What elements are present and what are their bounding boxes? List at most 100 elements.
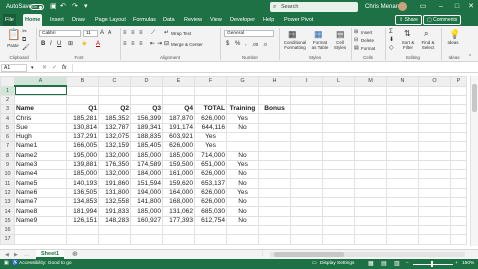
cell[interactable] xyxy=(322,169,355,180)
cell[interactable] xyxy=(386,122,419,134)
column-header[interactable]: L xyxy=(322,76,355,87)
column-header[interactable]: G xyxy=(226,76,259,87)
collapse-ribbon-icon[interactable]: ⌃ xyxy=(468,54,472,61)
row-header[interactable]: 17 xyxy=(0,234,15,245)
italic-icon[interactable]: I xyxy=(50,41,52,48)
row-header[interactable]: 5 xyxy=(0,122,15,134)
cell[interactable] xyxy=(226,131,259,143)
decrease-decimal-icon[interactable]: .0 xyxy=(263,41,267,48)
cell[interactable]: Q3 xyxy=(130,104,163,115)
cell[interactable] xyxy=(450,159,467,171)
cell[interactable]: 626,000 xyxy=(194,187,227,199)
cell[interactable]: Q2 xyxy=(98,104,131,115)
cell[interactable]: Name4 xyxy=(14,169,67,180)
cell[interactable] xyxy=(66,94,99,106)
cell[interactable] xyxy=(226,94,259,106)
close-icon[interactable]: ✕ xyxy=(462,0,478,14)
cell[interactable] xyxy=(258,169,291,180)
cell[interactable] xyxy=(450,234,467,245)
cell[interactable] xyxy=(386,131,419,143)
cell[interactable]: Yes xyxy=(194,131,227,143)
cell[interactable]: No xyxy=(226,169,259,180)
cell[interactable] xyxy=(354,178,387,189)
cell[interactable] xyxy=(418,197,451,208)
cell[interactable]: 151,594 xyxy=(130,178,163,189)
row-header[interactable]: 7 xyxy=(0,141,15,152)
cell[interactable]: Yes xyxy=(226,159,259,171)
cell[interactable] xyxy=(258,94,291,106)
autosave-toggle[interactable]: On xyxy=(30,4,44,10)
format-cells-label[interactable]: Format xyxy=(361,46,375,51)
cell[interactable] xyxy=(386,206,419,217)
comments-button[interactable]: ▢ Comments xyxy=(423,15,462,25)
cell[interactable] xyxy=(290,234,323,245)
decrease-indent-icon[interactable]: ⇤ xyxy=(150,41,155,48)
row-header[interactable]: 1 xyxy=(0,85,15,96)
cell[interactable]: 626,000 xyxy=(194,169,227,180)
cell[interactable] xyxy=(290,169,323,180)
cell[interactable] xyxy=(354,234,387,245)
cell[interactable]: 626,000 xyxy=(162,141,195,152)
cell[interactable]: Hugh xyxy=(14,131,67,143)
cell[interactable] xyxy=(258,215,291,226)
cell[interactable] xyxy=(322,141,355,152)
cell[interactable] xyxy=(450,131,467,143)
tab-page-layout[interactable]: Page Layout xyxy=(93,14,128,26)
row-header[interactable]: 4 xyxy=(0,113,15,124)
cell[interactable] xyxy=(418,94,451,106)
ideas-label[interactable]: Ideas xyxy=(443,40,463,45)
page-break-view-icon[interactable]: ▥ xyxy=(394,259,400,269)
cell[interactable]: 140,193 xyxy=(66,178,99,189)
align-right-icon[interactable]: ≡ xyxy=(139,41,143,48)
customize-qat-icon[interactable]: ▾ xyxy=(84,3,88,11)
cell[interactable] xyxy=(66,234,99,245)
cell[interactable]: Yes xyxy=(226,113,259,124)
cell[interactable]: 191,860 xyxy=(98,178,131,189)
cell[interactable]: 612,754 xyxy=(194,215,227,226)
prev-sheet-icon[interactable]: ◀ xyxy=(5,251,9,259)
sheet-tab[interactable]: Sheet1 xyxy=(36,250,65,259)
cell[interactable] xyxy=(290,104,323,115)
format-as-table-label[interactable]: Format as Table xyxy=(310,40,330,50)
cell[interactable]: Bonus xyxy=(258,104,291,115)
next-sheet-icon[interactable]: ▶ xyxy=(14,251,18,259)
insert-cells-icon[interactable]: ⊞ xyxy=(354,29,358,36)
cell[interactable] xyxy=(14,224,67,236)
cell[interactable] xyxy=(258,113,291,124)
cell-styles-icon[interactable]: ▤ xyxy=(336,29,345,39)
cell[interactable] xyxy=(418,104,451,115)
cell[interactable]: 714,000 xyxy=(194,150,227,161)
cell[interactable] xyxy=(450,113,467,124)
insert-cells-label[interactable]: Insert xyxy=(361,30,372,35)
cell[interactable] xyxy=(450,215,467,226)
cell[interactable]: 185,405 xyxy=(130,141,163,152)
cell[interactable]: Chris xyxy=(14,113,67,124)
cell[interactable] xyxy=(386,234,419,245)
cell[interactable] xyxy=(322,150,355,161)
cell[interactable] xyxy=(258,224,291,236)
sort-filter-icon[interactable]: ⇅ xyxy=(404,29,411,38)
cell[interactable]: TOTAL xyxy=(194,104,227,115)
cell[interactable] xyxy=(450,141,467,152)
cell[interactable] xyxy=(322,85,355,96)
cancel-formula-icon[interactable]: ✕ xyxy=(42,63,47,73)
cell[interactable] xyxy=(418,206,451,217)
cell[interactable]: Yes xyxy=(194,141,227,152)
cell[interactable]: 132,558 xyxy=(98,197,131,208)
column-header[interactable]: P xyxy=(450,76,467,87)
cell[interactable]: 159,500 xyxy=(162,159,195,171)
align-center-icon[interactable]: ≡ xyxy=(131,41,135,48)
cell[interactable] xyxy=(258,122,291,134)
cell[interactable]: 185,000 xyxy=(130,150,163,161)
cell[interactable] xyxy=(354,197,387,208)
row-header[interactable]: 8 xyxy=(0,150,15,161)
cell[interactable]: 132,075 xyxy=(98,131,131,143)
cell[interactable]: No xyxy=(226,122,259,134)
cell[interactable] xyxy=(450,150,467,161)
cell[interactable] xyxy=(66,85,99,96)
cell[interactable] xyxy=(450,224,467,236)
cell[interactable] xyxy=(290,178,323,189)
cell[interactable]: Name3 xyxy=(14,159,67,171)
cell[interactable] xyxy=(290,94,323,106)
row-header[interactable]: 11 xyxy=(0,178,15,189)
